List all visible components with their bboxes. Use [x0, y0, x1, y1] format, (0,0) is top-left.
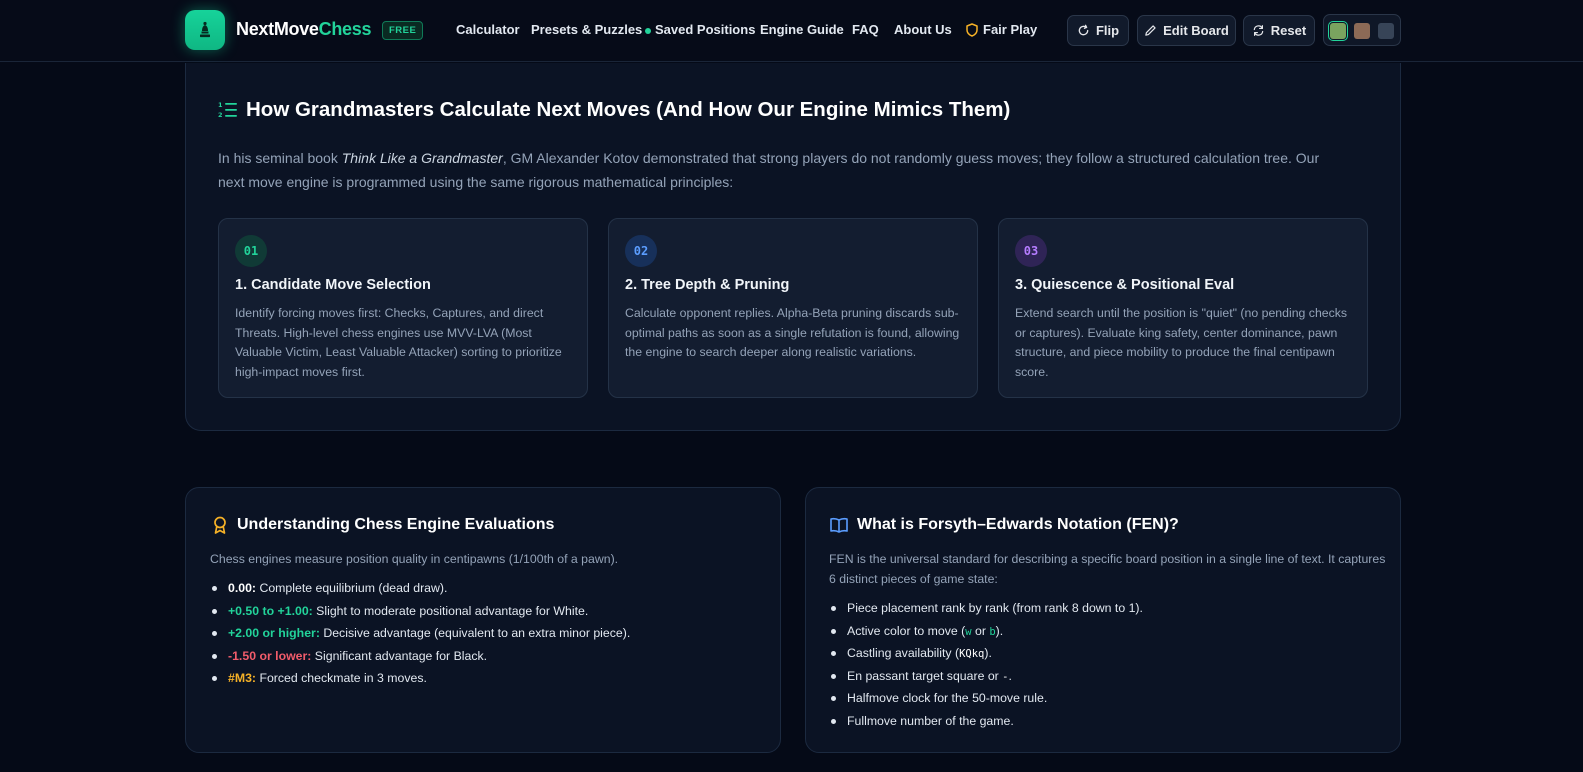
flip-button[interactable]: Flip	[1067, 15, 1129, 46]
section-intro-evaluations: Chess engines measure position quality i…	[210, 552, 619, 566]
list-item: 0.00: Complete equilibrium (dead draw).	[210, 577, 630, 600]
step-title: 3. Quiescence & Positional Eval	[1015, 277, 1235, 293]
svg-text:2: 2	[218, 111, 223, 119]
evaluation-list: 0.00: Complete equilibrium (dead draw). …	[210, 577, 630, 690]
award-icon	[214, 516, 226, 534]
eval-text: Forced checkmate in 3 moves.	[256, 671, 427, 686]
fen-field-text: .	[1008, 668, 1012, 683]
edit-board-button[interactable]: Edit Board	[1137, 15, 1236, 46]
brand-name-part-1: NextMove	[236, 19, 319, 39]
eval-text: Decisive advantage (equivalent to an ext…	[319, 626, 631, 641]
list-item: #M3: Forced checkmate in 3 moves.	[210, 667, 630, 690]
brand-name[interactable]: NextMoveChess	[236, 19, 371, 40]
step-card-tree-depth: 02 2. Tree Depth & Pruning Calculate opp…	[608, 218, 978, 398]
nav-faq[interactable]: FAQ	[852, 22, 879, 37]
fen-field-text: Halfmove clock for the 50-move rule.	[847, 691, 1048, 706]
list-item: -1.50 or lower: Significant advantage fo…	[210, 645, 630, 668]
board-theme-picker	[1323, 14, 1401, 46]
step-number-badge: 01	[235, 235, 267, 267]
intro-text-start: In his seminal book	[218, 150, 342, 166]
book-title: Think Like a Grandmaster	[341, 150, 503, 166]
brand-name-part-2: Chess	[318, 19, 372, 39]
step-description: Calculate opponent replies. Alpha-Beta p…	[625, 306, 960, 359]
theme-swatch-brown[interactable]	[1354, 23, 1370, 39]
eval-text: Complete equilibrium (dead draw).	[256, 581, 448, 595]
svg-text:1: 1	[218, 101, 223, 109]
edit-board-button-label: Edit Board	[1163, 23, 1229, 38]
step-number-badge: 02	[625, 235, 657, 267]
theme-swatch-slate[interactable]	[1378, 23, 1394, 39]
code-castling: KQkq	[959, 648, 985, 661]
list-item: Halfmove clock for the 50-move rule.	[829, 687, 1143, 710]
eval-text: Slight to moderate positional advantage …	[312, 603, 589, 618]
list-item: +2.00 or higher: Decisive advantage (equ…	[210, 622, 630, 645]
list-item: Active color to move (w or b).	[829, 620, 1143, 643]
fen-field-text: Active color to move (	[847, 623, 966, 638]
theme-swatch-green[interactable]	[1328, 21, 1348, 41]
fen-field-text: or	[971, 623, 990, 638]
fen-field-text: Fullmove number of the game.	[847, 713, 1014, 728]
eval-key: +2.00 or higher:	[228, 626, 320, 641]
fen-field-text: Castling availability (	[847, 646, 960, 661]
step-title: 1. Candidate Move Selection	[235, 277, 431, 293]
reset-button[interactable]: Reset	[1243, 15, 1315, 46]
shield-icon	[966, 23, 978, 37]
nav-engine-guide[interactable]: Engine Guide	[760, 22, 844, 37]
step-title: 2. Tree Depth & Pruning	[625, 277, 790, 293]
section-intro-fen: FEN is the universal standard for descri…	[829, 552, 1386, 586]
step-card-candidate-moves: 01 1. Candidate Move Selection Identify …	[218, 218, 588, 398]
free-badge: FREE	[382, 21, 424, 40]
list-item: Fullmove number of the game.	[829, 710, 1143, 733]
fen-fields-list: Piece placement rank by rank (from rank …	[829, 597, 1143, 733]
step-description: Extend search until the position is "qui…	[1015, 306, 1348, 379]
ordered-list-icon: 1 2	[218, 101, 237, 119]
section-title-grandmasters: How Grandmasters Calculate Next Moves (A…	[246, 98, 1011, 121]
fen-field-text: ).	[984, 646, 992, 661]
list-item: Piece placement rank by rank (from rank …	[829, 597, 1143, 620]
eval-key: #M3:	[228, 671, 257, 686]
flip-button-label: Flip	[1095, 23, 1120, 38]
nav-presets-puzzles[interactable]: Presets & Puzzles	[531, 22, 642, 37]
fen-field-text: En passant target square or	[847, 668, 1003, 683]
section-intro-grandmasters: In his seminal book Think Like a Grandma…	[218, 147, 1338, 194]
eval-key: 0.00:	[228, 581, 257, 595]
eval-key: +0.50 to +1.00:	[228, 603, 313, 618]
logo-icon[interactable]	[185, 10, 225, 50]
eval-key: -1.50 or lower:	[228, 648, 312, 663]
open-book-icon	[830, 517, 848, 533]
nav-about-us[interactable]: About Us	[894, 22, 952, 37]
fen-field-text: Piece placement rank by rank (from rank …	[847, 601, 1143, 615]
fen-field-text: ).	[995, 623, 1004, 638]
list-item: En passant target square or -.	[829, 665, 1143, 688]
nav-saved-positions[interactable]: Saved Positions	[655, 22, 755, 37]
list-item: +0.50 to +1.00: Slight to moderate posit…	[210, 600, 630, 623]
step-number-badge: 03	[1015, 235, 1047, 267]
chess-bishop-icon	[200, 21, 210, 38]
list-item: Castling availability (KQkq).	[829, 642, 1143, 665]
nav-calculator[interactable]: Calculator	[456, 22, 520, 37]
saved-indicator-dot	[645, 28, 651, 34]
reset-button-label: Reset	[1270, 23, 1307, 38]
section-title-evaluations: Understanding Chess Engine Evaluations	[237, 516, 555, 533]
rotate-icon	[1078, 24, 1089, 36]
step-description: Identify forcing moves first: Checks, Ca…	[235, 306, 562, 379]
section-title-fen: What is Forsyth–Edwards Notation (FEN)?	[857, 516, 1179, 533]
refresh-icon	[1253, 25, 1264, 36]
eval-text: Significant advantage for Black.	[311, 648, 488, 663]
pencil-icon	[1145, 25, 1156, 36]
step-card-quiescence: 03 3. Quiescence & Positional Eval Exten…	[998, 218, 1368, 398]
nav-fair-play[interactable]: Fair Play	[983, 22, 1037, 37]
